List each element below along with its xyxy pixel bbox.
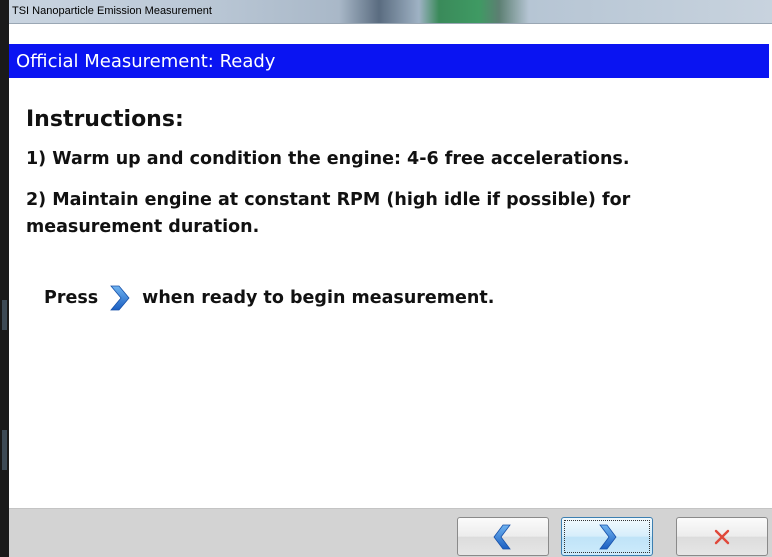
button-bar (9, 508, 772, 557)
back-button[interactable] (457, 517, 549, 556)
status-header: Official Measurement: Ready (9, 46, 769, 78)
press-hint-suffix: when ready to begin measurement. (142, 288, 495, 308)
cancel-button[interactable] (676, 517, 768, 556)
title-bar[interactable]: TSI Nanoparticle Emission Measurement (9, 0, 772, 24)
instructions-heading: Instructions: (26, 107, 184, 132)
press-hint-prefix: Press (44, 288, 99, 308)
instruction-step-1: 1) Warm up and condition the engine: 4-6… (26, 149, 630, 169)
status-text: Official Measurement: Ready (16, 51, 276, 72)
next-button[interactable] (561, 517, 653, 556)
instruction-step-2: 2) Maintain engine at constant RPM (high… (26, 190, 631, 237)
chevron-right-icon (107, 284, 133, 312)
window-left-edge (0, 0, 9, 557)
window-title: TSI Nanoparticle Emission Measurement (12, 5, 212, 17)
application-window: TSI Nanoparticle Emission Measurement Of… (0, 0, 772, 557)
press-next-hint: Press when ready to begin measurement. (44, 283, 494, 313)
